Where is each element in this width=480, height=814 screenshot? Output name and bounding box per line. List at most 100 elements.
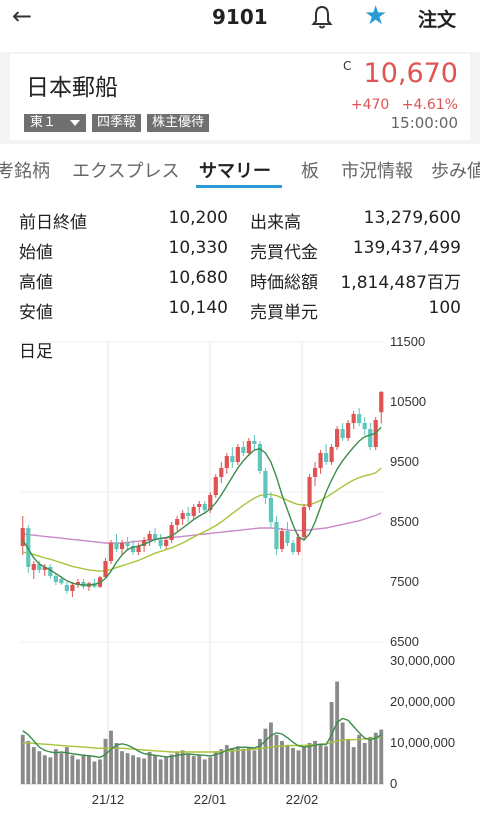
- volume-bar: [269, 722, 273, 784]
- volume-bar: [92, 761, 97, 784]
- volume-bar: [241, 748, 246, 784]
- date-tick-label: 21/12: [92, 792, 125, 807]
- stat-row: 始値 10,330 売買代金 139,437,499: [0, 235, 480, 265]
- tab-board[interactable]: 板: [301, 157, 319, 183]
- volume-bar: [263, 728, 268, 784]
- candle-body: [64, 585, 69, 591]
- order-button[interactable]: 注文: [418, 5, 456, 32]
- volume-tick-label: 10,000,000: [390, 735, 455, 750]
- price-tick-label: 6500: [390, 634, 419, 649]
- volume-bar: [246, 747, 251, 784]
- stat-value: 10,330: [168, 238, 228, 258]
- candle-body: [224, 456, 229, 468]
- volume-bar: [307, 743, 312, 784]
- volume-bar: [48, 757, 53, 784]
- stat-row: 高値 10,680 時価総額 1,814,487百万: [0, 265, 480, 295]
- price-tick-label: 11500: [390, 334, 425, 349]
- top-bar: ← 9101 ★ 注文: [0, 0, 480, 36]
- stat-value: 13,279,600: [363, 208, 461, 228]
- shikiho-tag[interactable]: 四季報: [92, 114, 142, 132]
- favorite-star-icon[interactable]: ★: [364, 1, 387, 31]
- date-tick-label: 22/01: [194, 792, 227, 807]
- tab-market-info[interactable]: 市況情報: [341, 157, 413, 183]
- candle-body: [285, 531, 290, 543]
- volume-bar: [98, 759, 102, 784]
- daily-chart[interactable]: 11500 10500 9500 8500 7500 6500 30,000,000 20,0…: [0, 330, 480, 814]
- back-arrow-icon[interactable]: ←: [12, 2, 32, 30]
- stat-label: 時価総額: [250, 273, 318, 293]
- volume-bar: [302, 747, 306, 784]
- volume-bar: [274, 734, 279, 784]
- stat-value: 1,814,487百万: [340, 273, 461, 293]
- candle-body: [246, 441, 251, 453]
- candle-body: [230, 456, 235, 462]
- volume-bar: [87, 756, 91, 784]
- candle-body: [263, 471, 268, 498]
- candle-body: [312, 468, 318, 477]
- stat-value: 10,140: [168, 298, 228, 318]
- candle-body: [296, 537, 301, 552]
- volume-bar: [285, 745, 290, 784]
- tab-express[interactable]: エクスプレス: [72, 157, 179, 183]
- price-tick-label: 9500: [390, 454, 419, 469]
- change-amount: +470: [350, 97, 390, 113]
- volume-bar: [31, 747, 36, 784]
- tab-reference[interactable]: 考銘柄: [0, 157, 50, 183]
- volume-bar: [213, 751, 218, 784]
- volume-tick-label: 30,000,000: [390, 653, 455, 668]
- volume-bar: [136, 757, 141, 784]
- volume-bar: [230, 747, 235, 784]
- summary-stats: 前日終値 10,200 出来高 13,279,600 始値 10,330 売買代…: [0, 205, 480, 325]
- candle-body: [235, 447, 240, 462]
- stock-name: 日本郵船: [26, 75, 118, 101]
- candle-body: [323, 453, 329, 462]
- volume-bar: [37, 751, 42, 784]
- tab-trades[interactable]: 歩み値: [431, 157, 480, 183]
- candle-body: [147, 534, 152, 540]
- tab-summary[interactable]: サマリー: [199, 157, 271, 183]
- candle-body: [70, 585, 75, 591]
- volume-bar: [202, 759, 207, 784]
- stat-row: 前日終値 10,200 出来高 13,279,600: [0, 205, 480, 235]
- change-percent: +4.61%: [401, 97, 458, 113]
- ma-mid-line: [22, 467, 382, 572]
- tab-bar: 考銘柄 エクスプレス サマリー 板 市況情報 歩み値: [0, 150, 480, 190]
- volume-bar: [53, 749, 58, 784]
- volume-tick-label: 20,000,000: [390, 694, 455, 709]
- bell-icon[interactable]: [310, 4, 334, 30]
- volume-bar: [180, 750, 185, 784]
- close-mark: C: [343, 59, 352, 73]
- volume-bar: [175, 752, 180, 784]
- price-change: +470 +4.61%: [343, 97, 458, 113]
- volume-bar: [357, 734, 362, 784]
- candle-body: [213, 477, 218, 495]
- volume-bar: [235, 746, 240, 784]
- stat-value: 10,200: [168, 208, 228, 228]
- candle-body: [164, 540, 169, 546]
- stat-label: 売買代金: [250, 243, 318, 263]
- ma-short-line: [22, 426, 382, 586]
- ma-long-line: [22, 512, 382, 544]
- stock-header: 日本郵船 C 10,670 +470 +4.61% 15:00:00 東１ 四季…: [0, 52, 480, 144]
- volume-bar: [373, 732, 378, 784]
- candle-body: [31, 564, 36, 570]
- shareholder-benefit-tag[interactable]: 株主優待: [147, 114, 210, 132]
- candle-body: [186, 513, 191, 516]
- volume-bar: [147, 752, 152, 784]
- candle-body: [241, 447, 246, 453]
- volume-bar: [75, 759, 80, 784]
- stat-value: 10,680: [168, 268, 228, 288]
- candle-body: [59, 579, 64, 584]
- market-selector[interactable]: 東１: [24, 114, 86, 132]
- candle-body: [335, 429, 340, 447]
- volume-bar: [208, 757, 213, 784]
- volume-bar: [335, 681, 340, 784]
- volume-bar: [114, 743, 119, 784]
- tag-list: 東１ 四季報 株主優待: [24, 114, 210, 132]
- volume-bar: [169, 754, 174, 784]
- candle-body: [103, 561, 108, 578]
- volume-bar: [346, 738, 351, 784]
- candle-body: [362, 423, 367, 429]
- volume-bar: [153, 755, 158, 784]
- volume-bar: [340, 722, 345, 784]
